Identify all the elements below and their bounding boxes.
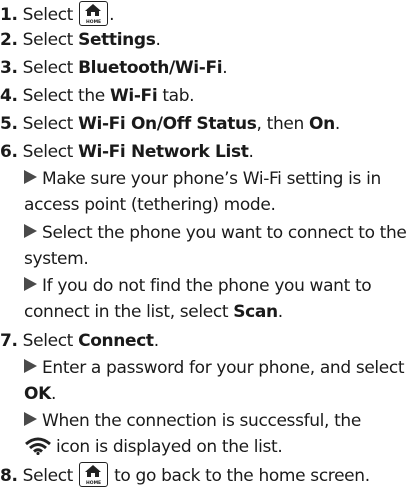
step-4: 4. Select the Wi-Fi tab.	[0, 86, 195, 106]
substep-7a: Enter a password for your phone, and sel…	[24, 358, 405, 404]
substep-6c: If you do not find the phone you want to…	[24, 276, 372, 322]
arrow-bullet-icon	[24, 412, 37, 426]
substep-6a: Make sure your phone’s Wi-Fi setting is …	[24, 169, 381, 215]
substep-7b: When the connection is successful, the ic…	[24, 408, 416, 463]
arrow-bullet-icon	[24, 170, 37, 184]
step-6: 6. Select Wi-Fi Network List.	[0, 142, 254, 162]
step-8: 8. Select HOME to go back to the home sc…	[0, 462, 370, 488]
step-1: 1. Select HOME.	[0, 1, 114, 27]
home-icon: HOME	[79, 1, 109, 26]
wifi-icon	[24, 437, 52, 463]
step-2: 2. Select Settings.	[0, 30, 161, 50]
home-icon: HOME	[79, 462, 109, 487]
arrow-bullet-icon	[24, 224, 37, 238]
step-5: 5. Select Wi-Fi On/Off Status, then On.	[0, 114, 340, 134]
step-7: 7. Select Connect.	[0, 331, 159, 351]
arrow-bullet-icon	[24, 277, 37, 291]
arrow-bullet-icon	[24, 359, 37, 373]
step-3: 3. Select Bluetooth/Wi-Fi.	[0, 58, 228, 78]
substep-6b: Select the phone you want to connect to …	[24, 223, 407, 269]
